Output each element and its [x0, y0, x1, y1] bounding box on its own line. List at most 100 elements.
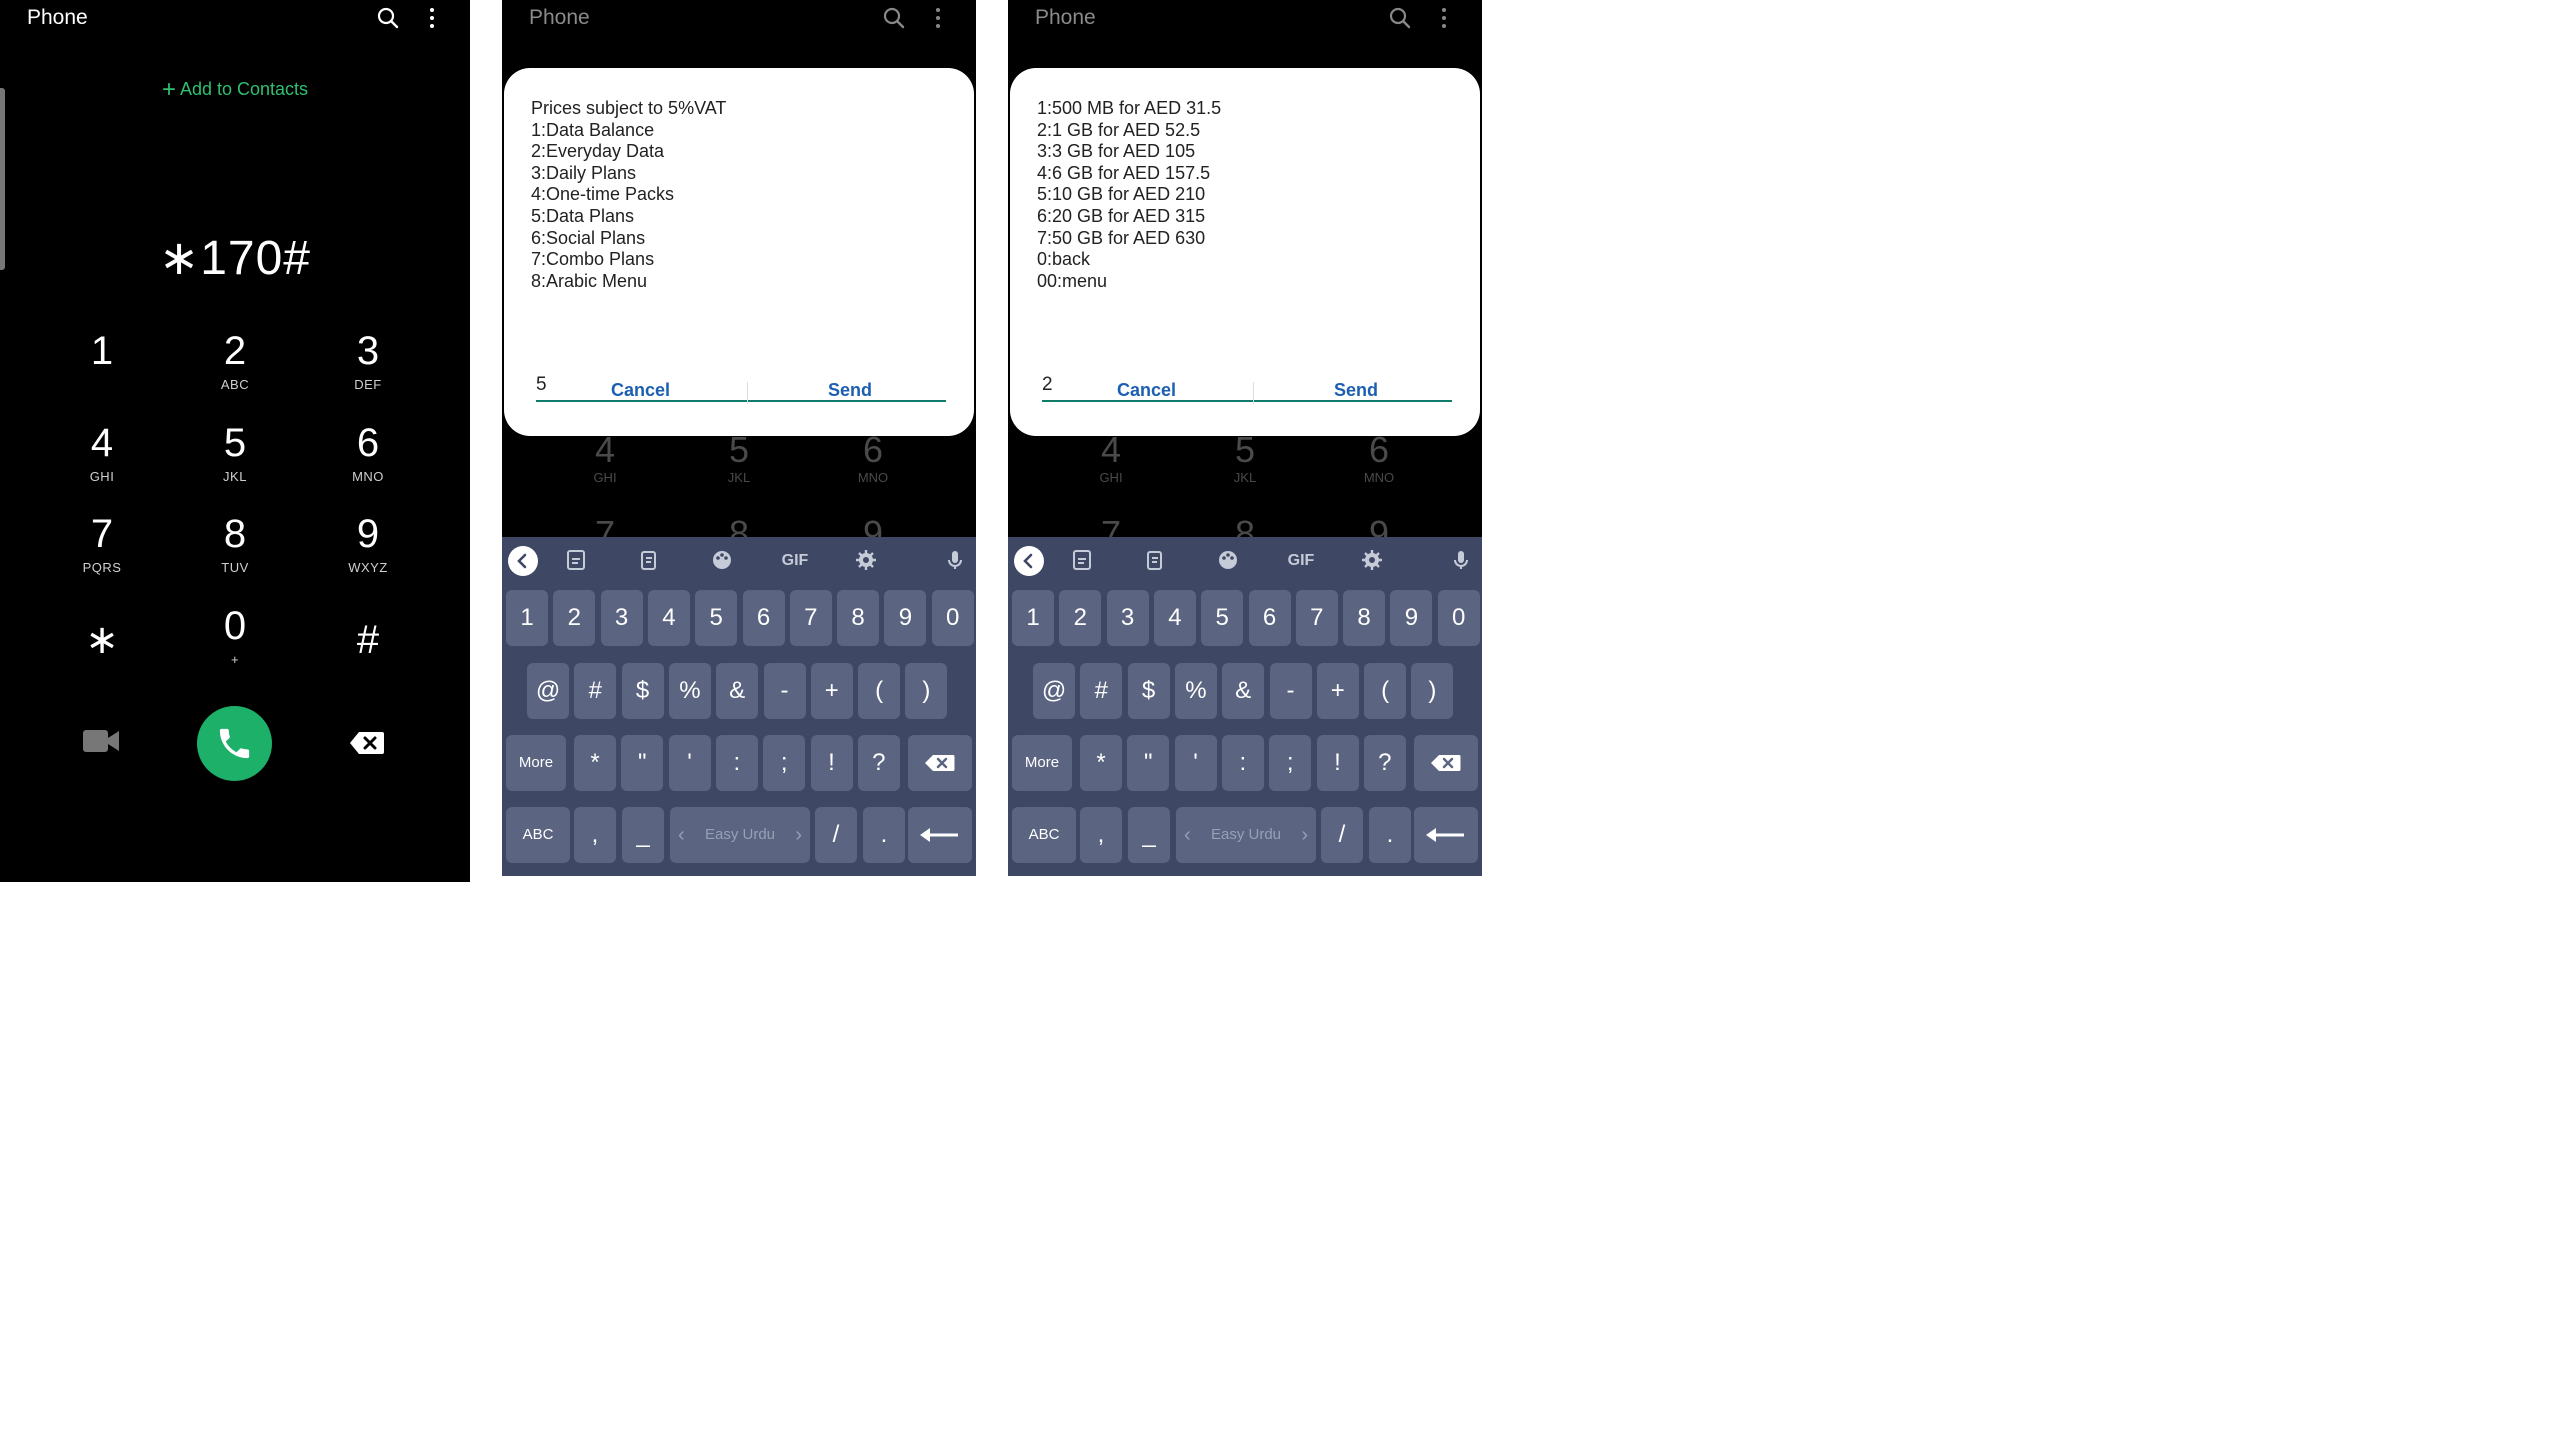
more-key[interactable]: More	[506, 735, 566, 791]
key-3[interactable]: 3	[600, 590, 643, 646]
symbol-key[interactable]: ,	[1080, 807, 1122, 863]
key-8[interactable]: 8	[1343, 590, 1386, 646]
dial-key[interactable]: 4 GHI	[42, 420, 162, 484]
key-6[interactable]: 6	[742, 590, 785, 646]
gif-icon[interactable]: GIF	[1284, 549, 1318, 573]
call-button[interactable]	[197, 706, 272, 781]
symbol-key[interactable]: &	[716, 663, 759, 719]
symbol-key[interactable]: &	[1222, 663, 1265, 719]
cancel-button[interactable]: Cancel	[1117, 380, 1176, 401]
key-5[interactable]: 5	[1201, 590, 1244, 646]
key-6[interactable]: 6	[1248, 590, 1291, 646]
symbol-key[interactable]: !	[1316, 735, 1359, 791]
symbol-key[interactable]: _	[622, 807, 664, 863]
sticker-icon[interactable]	[563, 549, 589, 573]
symbol-key[interactable]: ;	[763, 735, 806, 791]
ussd-reply-input[interactable]: 2	[1042, 374, 1452, 402]
send-button[interactable]: Send	[828, 380, 872, 401]
symbol-key[interactable]: :	[1221, 735, 1264, 791]
symbol-key[interactable]: _	[1128, 807, 1170, 863]
symbol-key[interactable]: :	[715, 735, 758, 791]
symbol-key[interactable]: ;	[1269, 735, 1312, 791]
key-2[interactable]: 2	[553, 590, 596, 646]
key-3[interactable]: 3	[1106, 590, 1149, 646]
send-button[interactable]: Send	[1334, 380, 1378, 401]
clipboard-icon[interactable]	[1142, 549, 1168, 573]
symbol-key[interactable]: %	[668, 663, 711, 719]
gif-icon[interactable]: GIF	[778, 549, 812, 573]
key-9[interactable]: 9	[884, 590, 927, 646]
key-9[interactable]: 9	[1390, 590, 1433, 646]
key-0[interactable]: 0	[931, 590, 974, 646]
symbol-key[interactable]: (	[858, 663, 901, 719]
dial-key[interactable]: ∗	[42, 603, 162, 666]
symbol-key[interactable]: )	[905, 663, 948, 719]
key-7[interactable]: 7	[1295, 590, 1338, 646]
enter-icon[interactable]	[1414, 807, 1478, 863]
ussd-reply-input[interactable]: 5	[536, 374, 946, 402]
search-icon[interactable]	[1388, 6, 1412, 30]
symbol-key[interactable]: '	[668, 735, 711, 791]
symbol-key[interactable]: %	[1174, 663, 1217, 719]
abc-key[interactable]: ABC	[1012, 807, 1076, 863]
symbol-key[interactable]: +	[810, 663, 853, 719]
more-options-icon[interactable]	[1432, 6, 1456, 30]
symbol-key[interactable]: .	[863, 807, 905, 863]
dial-key[interactable]: 3 DEF	[308, 328, 428, 392]
dial-key[interactable]: 2 ABC	[175, 328, 295, 392]
key-0[interactable]: 0	[1437, 590, 1480, 646]
key-4[interactable]: 4	[1153, 590, 1196, 646]
more-options-icon[interactable]	[420, 6, 444, 30]
clipboard-icon[interactable]	[636, 549, 662, 573]
space-bar[interactable]: ‹ Easy Urdu ›	[1176, 807, 1316, 863]
dial-key[interactable]: 0 +	[175, 603, 295, 667]
dial-key[interactable]: #	[308, 603, 428, 666]
symbol-key[interactable]: +	[1316, 663, 1359, 719]
palette-icon[interactable]	[1215, 549, 1241, 573]
microphone-icon[interactable]	[1448, 549, 1474, 573]
symbol-key[interactable]: #	[574, 663, 617, 719]
dial-key[interactable]: 8 TUV	[175, 511, 295, 575]
dial-key[interactable]: 5 JKL	[175, 420, 295, 484]
gear-icon[interactable]	[853, 549, 879, 573]
symbol-key[interactable]: *	[574, 735, 616, 791]
symbol-key[interactable]: !	[810, 735, 853, 791]
backspace-icon[interactable]	[350, 731, 384, 760]
symbol-key[interactable]: #	[1080, 663, 1123, 719]
abc-key[interactable]: ABC	[506, 807, 570, 863]
key-7[interactable]: 7	[789, 590, 832, 646]
add-to-contacts-link[interactable]: + Add to Contacts	[0, 76, 470, 104]
video-call-icon[interactable]	[82, 728, 120, 759]
symbol-key[interactable]: $	[621, 663, 664, 719]
symbol-key[interactable]: ,	[574, 807, 616, 863]
microphone-icon[interactable]	[942, 549, 968, 573]
symbol-key[interactable]: /	[815, 807, 857, 863]
symbol-key[interactable]: (	[1364, 663, 1407, 719]
key-2[interactable]: 2	[1059, 590, 1102, 646]
symbol-key[interactable]: ?	[1363, 735, 1406, 791]
dial-key[interactable]: 7 PQRS	[42, 511, 162, 575]
symbol-key[interactable]: ?	[857, 735, 900, 791]
sticker-icon[interactable]	[1069, 549, 1095, 573]
symbol-key[interactable]: '	[1174, 735, 1217, 791]
key-1[interactable]: 1	[506, 590, 548, 646]
search-icon[interactable]	[882, 6, 906, 30]
symbol-key[interactable]: /	[1321, 807, 1363, 863]
symbol-key[interactable]: @	[1033, 663, 1075, 719]
chevron-left-icon[interactable]	[508, 546, 538, 576]
search-icon[interactable]	[376, 6, 400, 30]
dial-key[interactable]: 9 WXYZ	[308, 511, 428, 575]
enter-icon[interactable]	[908, 807, 972, 863]
symbol-key[interactable]: )	[1411, 663, 1454, 719]
palette-icon[interactable]	[709, 549, 735, 573]
gear-icon[interactable]	[1359, 549, 1385, 573]
more-options-icon[interactable]	[926, 6, 950, 30]
symbol-key[interactable]: "	[621, 735, 664, 791]
more-key[interactable]: More	[1012, 735, 1072, 791]
symbol-key[interactable]: $	[1127, 663, 1170, 719]
symbol-key[interactable]: *	[1080, 735, 1122, 791]
symbol-key[interactable]: @	[527, 663, 569, 719]
symbol-key[interactable]: -	[763, 663, 806, 719]
chevron-left-icon[interactable]	[1014, 546, 1044, 576]
cancel-button[interactable]: Cancel	[611, 380, 670, 401]
